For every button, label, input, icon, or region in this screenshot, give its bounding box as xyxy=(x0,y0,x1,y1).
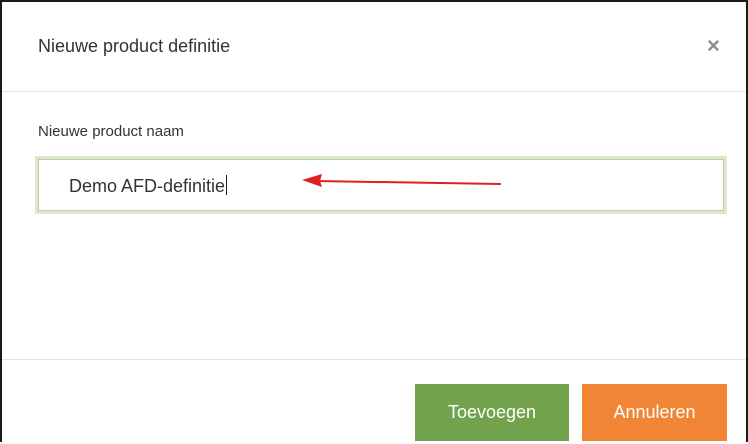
product-name-value-text: Demo AFD-definitie xyxy=(69,176,226,196)
product-name-label: Nieuwe product naam xyxy=(38,123,184,140)
close-icon[interactable]: × xyxy=(707,35,720,57)
red-arrow-annotation xyxy=(302,174,501,187)
text-caret xyxy=(226,175,228,195)
dialog-body: Nieuwe product naam Demo AFD-definitie xyxy=(2,93,746,359)
product-definition-dialog: Nieuwe product definitie × Nieuwe produc… xyxy=(0,0,748,442)
dialog-title: Nieuwe product definitie xyxy=(38,36,231,56)
dialog-header: Nieuwe product definitie × xyxy=(2,2,746,92)
cancel-button[interactable]: Annuleren xyxy=(582,384,727,441)
add-button[interactable]: Toevoegen xyxy=(415,384,569,441)
product-name-value[interactable]: Demo AFD-definitie xyxy=(69,175,228,197)
dialog-footer: Toevoegen Annuleren xyxy=(2,359,746,444)
